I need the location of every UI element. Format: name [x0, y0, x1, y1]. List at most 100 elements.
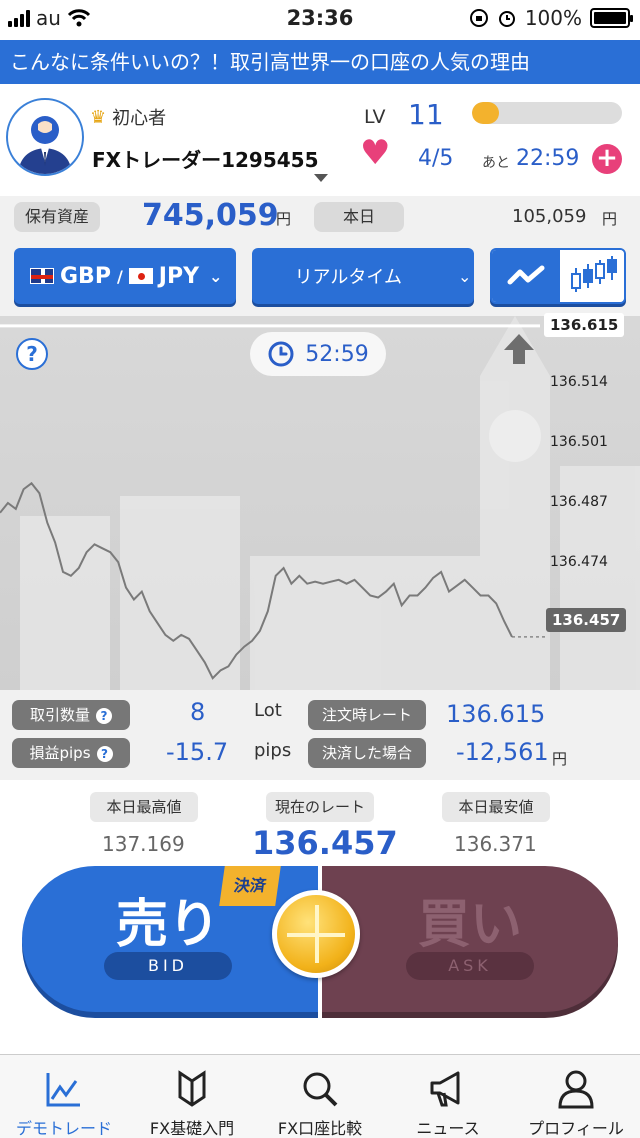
selector-row: GBP / JPY ⌄ リアルタイム ⌄ — [0, 240, 640, 316]
settle-unit: 円 — [552, 750, 568, 768]
countdown-value: 52:59 — [305, 341, 369, 367]
chevron-down-icon: ⌄ — [209, 266, 223, 286]
y-tick: 136.501 — [550, 434, 608, 450]
mode-label: リアルタイム — [294, 267, 403, 288]
holdings-label: 保有資産 — [14, 202, 100, 232]
nav-demo-trade[interactable]: デモトレード — [0, 1055, 128, 1138]
high-value: 137.169 — [102, 832, 185, 856]
bottom-nav: デモトレード FX基礎入門 FX口座比較 ニュース プロフィール — [0, 1054, 640, 1138]
candlestick-icon — [571, 256, 617, 292]
quantity-unit: Lot — [254, 700, 282, 721]
crown-icon: ♛ — [90, 106, 107, 128]
current-rate-tag: 136.457 — [546, 608, 627, 632]
status-right: 100% — [469, 6, 633, 30]
candlestick-chart-button[interactable] — [560, 250, 624, 302]
help-button[interactable]: ? — [16, 338, 48, 370]
bid-label: BID — [104, 952, 232, 980]
currency-pair-select[interactable]: GBP / JPY ⌄ — [14, 248, 236, 304]
rates-panel: 本日最高値 137.169 現在のレート 136.457 本日最安値 136.3… — [0, 780, 640, 870]
today-unit: 円 — [602, 210, 618, 228]
ad-banner[interactable]: こんなに条件いいの？！取引高世界一の口座の人気の理由 — [0, 40, 640, 84]
nav-news[interactable]: ニュース — [384, 1055, 512, 1138]
profile-dropdown-icon[interactable] — [314, 174, 328, 182]
xp-progress-bar — [472, 102, 622, 124]
current-rate-value: 136.457 — [252, 824, 398, 862]
settle-label: 決済した場合 — [308, 738, 426, 768]
y-tick: 136.514 — [550, 374, 608, 390]
avatar[interactable] — [6, 98, 84, 176]
level-label: LV — [364, 106, 386, 128]
refill-timer: 22:59 — [516, 146, 580, 171]
order-rate-label: 注文時レート — [308, 700, 426, 730]
low-value: 136.371 — [454, 832, 537, 856]
level-value: 11 — [408, 98, 444, 131]
assets-row: 保有資産 745,059 円 本日 105,059 円 — [0, 196, 640, 240]
status-bar: au 23:36 100% — [0, 0, 640, 38]
nav-label: プロフィール — [528, 1119, 624, 1138]
up-arrow-icon — [504, 334, 534, 364]
quantity-value: 8 — [190, 698, 206, 726]
pair-slash: / — [116, 266, 123, 286]
rank-row: ♛ 初心者 — [90, 104, 166, 130]
base-currency: GBP — [60, 263, 111, 289]
line-chart-icon — [507, 265, 545, 285]
chart-icon — [46, 1073, 80, 1107]
nav-fx-basics[interactable]: FX基礎入門 — [128, 1055, 256, 1138]
holdings-value: 745,059 — [142, 198, 279, 233]
nav-profile[interactable]: プロフィール — [512, 1055, 640, 1138]
megaphone-icon — [430, 1071, 460, 1107]
order-rate-value: 136.615 — [446, 700, 546, 728]
nav-label: FX基礎入門 — [149, 1119, 235, 1138]
add-hearts-button[interactable]: + — [592, 144, 622, 174]
buy-button[interactable]: 買い ASK — [322, 866, 618, 1012]
high-label: 本日最高値 — [90, 792, 198, 822]
ask-label: ASK — [406, 952, 534, 980]
quantity-label: 取引数量 — [29, 706, 90, 724]
user-avatar-icon — [18, 116, 72, 174]
nav-label: デモトレード — [15, 1119, 112, 1138]
heart-icon: ♥ — [360, 133, 391, 173]
trade-info-panel: 取引数量? 8 Lot 注文時レート 136.615 損益pips? -15.7… — [0, 690, 640, 780]
today-value: 105,059 — [512, 206, 587, 227]
quote-currency: JPY — [158, 263, 200, 289]
profile-panel: ♛ 初心者 FXトレーダー1295455 LV 11 ♥ 4/5 あと 22:5… — [0, 84, 640, 196]
settle-value: -12,561 — [456, 738, 549, 766]
clock-icon — [268, 341, 294, 367]
battery-percent: 100% — [524, 6, 582, 30]
pips-unit: pips — [254, 740, 292, 761]
mode-select[interactable]: リアルタイム ⌄ — [252, 248, 474, 304]
today-label: 本日 — [314, 202, 404, 232]
pips-label: 損益pips — [29, 744, 91, 762]
countdown-pill: 52:59 — [250, 332, 386, 376]
current-label: 現在のレート — [266, 792, 374, 822]
pips-label-pill[interactable]: 損益pips? — [12, 738, 130, 768]
nav-account-compare[interactable]: FX口座比較 — [256, 1055, 384, 1138]
line-chart-button[interactable] — [492, 250, 560, 302]
nav-label: FX口座比較 — [277, 1119, 363, 1138]
coin-icon — [272, 890, 360, 978]
jp-flag-icon — [128, 268, 153, 284]
help-icon: ? — [96, 707, 112, 724]
y-tick: 136.474 — [550, 554, 608, 570]
help-icon: ? — [96, 745, 113, 762]
sell-label: 売り — [116, 895, 221, 955]
rank-label: 初心者 — [112, 108, 167, 129]
low-label: 本日最安値 — [442, 792, 550, 822]
beginner-mark-icon — [178, 1070, 206, 1107]
search-icon — [303, 1072, 338, 1107]
quantity-label-pill[interactable]: 取引数量? — [12, 700, 130, 730]
refill-label: あと — [482, 155, 510, 171]
battery-icon — [590, 8, 633, 28]
chevron-down-icon: ⌄ — [458, 266, 472, 286]
order-rate-tag: 136.615 — [544, 313, 625, 337]
username[interactable]: FXトレーダー1295455 — [92, 144, 319, 173]
alarm-icon — [498, 11, 515, 27]
person-icon — [558, 1070, 594, 1109]
nav-label: ニュース — [416, 1119, 480, 1138]
uk-flag-icon — [30, 268, 54, 284]
rotation-lock-icon — [469, 9, 488, 27]
chart-type-toggle — [490, 248, 626, 304]
y-tick: 136.487 — [550, 494, 608, 510]
holdings-unit: 円 — [276, 210, 292, 228]
buy-label: 買い — [418, 895, 523, 955]
